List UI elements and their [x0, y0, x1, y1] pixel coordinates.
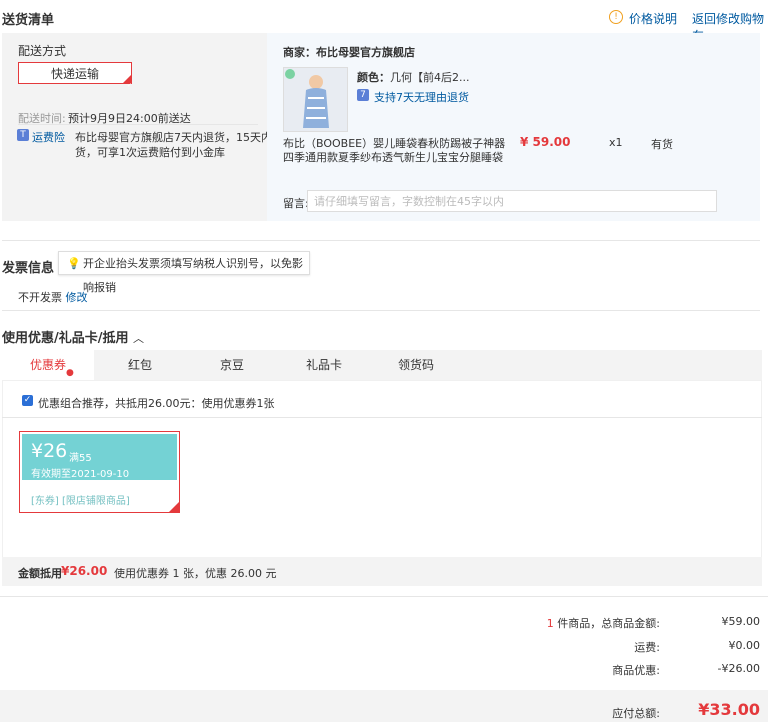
invoice-tip: 💡 开企业抬头发票须填写纳税人识别号，以免影响报销	[58, 251, 310, 294]
coupon-selected-icon	[168, 501, 180, 513]
coupon-card[interactable]: ¥26 满55 有效期至2021-09-10 [东券] [限店铺限商品]	[19, 431, 180, 513]
product-name-2[interactable]: 四季通用款夏季纱布透气新生儿宝宝分腿睡袋	[283, 149, 503, 165]
divider	[2, 417, 762, 418]
return-policy-icon: 7	[357, 89, 369, 101]
invoice-tip-text: 开企业抬头发票须填写纳税人识别号，以免影响报销	[83, 257, 303, 294]
coupon-card-top: ¥26 满55 有效期至2021-09-10	[22, 434, 177, 480]
insurance-text-1: 布比母婴官方旗舰店7天内退货，15天内换	[75, 131, 283, 144]
product-image[interactable]	[283, 67, 348, 132]
items-count: 1	[546, 617, 554, 630]
coupon-condition: 满55	[69, 453, 92, 464]
divider	[2, 310, 760, 311]
insurance-icon: T	[17, 129, 29, 141]
product-price: ¥ 59.00	[520, 135, 571, 149]
coupons-title-text: 使用优惠/礼品卡/抵用	[2, 331, 129, 346]
express-shipping-label: 快递运输	[50, 67, 99, 81]
color-value: 几何【前4后2...	[390, 71, 470, 84]
summary-detail: 使用优惠券 1 张，优惠 26.00 元	[114, 567, 277, 580]
price-explain-link[interactable]: 价格说明	[629, 10, 677, 27]
merchant-name: 商家：布比母婴官方旗舰店	[283, 46, 415, 59]
freight-label: 运费:	[634, 641, 660, 654]
express-shipping-button[interactable]: 快递运输	[18, 62, 132, 97]
recommend-checkbox[interactable]: ✓	[22, 395, 33, 406]
tab-gift-card[interactable]: 礼品卡	[278, 350, 370, 380]
stock-status: 有货	[651, 138, 673, 151]
recommend-text: 优惠组合推荐，共抵用26.00元：使用优惠券1张	[38, 397, 275, 410]
coupon-expiry: 有效期至2021-09-10	[31, 469, 130, 480]
section-title-coupons[interactable]: 使用优惠/礼品卡/抵用 ︿	[2, 327, 144, 346]
coupon-amount: ¥26	[31, 440, 68, 462]
section-title-delivery: 送货清单	[2, 13, 55, 28]
divider	[18, 124, 258, 125]
lightbulb-icon: 💡	[67, 257, 81, 270]
coupon-tags: [东券] [限店铺限商品]	[31, 496, 130, 507]
items-value: ¥59.00	[721, 615, 761, 628]
tab-coupon[interactable]: 优惠券 ●	[2, 350, 94, 380]
return-policy[interactable]: 支持7天无理由退货	[374, 89, 469, 105]
coupon-tabs: 优惠券 ● 红包 京豆 礼品卡 领货码	[2, 350, 762, 380]
selected-check-icon	[122, 74, 132, 97]
invoice-modify-link[interactable]: 修改	[66, 291, 88, 304]
product-qty: x1	[609, 136, 623, 149]
section-title-invoice: 发票信息	[2, 261, 55, 276]
insurance-text-2: 货，可享1次运费赔付到小金库	[75, 146, 225, 159]
color-label: 颜色：	[357, 71, 390, 84]
shipping-method-label: 配送方式	[18, 44, 67, 58]
items-label: 件商品，总商品金额:	[553, 617, 660, 630]
discount-label: 商品优惠:	[612, 664, 660, 677]
tab-pickup-code[interactable]: 领货码	[370, 350, 462, 380]
invoice-value: 不开发票	[18, 291, 62, 304]
payable-label: 应付总额:	[612, 707, 660, 720]
summary-label: 金额抵用	[18, 567, 62, 580]
info-icon: !	[609, 10, 623, 24]
message-input[interactable]: 请仔细填写留言，字数控制在45字以内	[307, 190, 717, 212]
discount-value: -¥26.00	[717, 662, 760, 675]
message-label: 留言:	[283, 197, 309, 210]
divider	[0, 596, 768, 597]
tab-jd-bean[interactable]: 京豆	[186, 350, 278, 380]
freight-value: ¥0.00	[728, 639, 761, 652]
payable-value: ¥33.00	[698, 700, 760, 719]
summary-amount: ¥26.00	[61, 564, 108, 578]
tab-red-packet[interactable]: 红包	[94, 350, 186, 380]
chevron-up-icon: ︿	[133, 332, 145, 345]
freight-insurance-link[interactable]: 运费险	[32, 129, 65, 145]
divider	[2, 240, 760, 241]
